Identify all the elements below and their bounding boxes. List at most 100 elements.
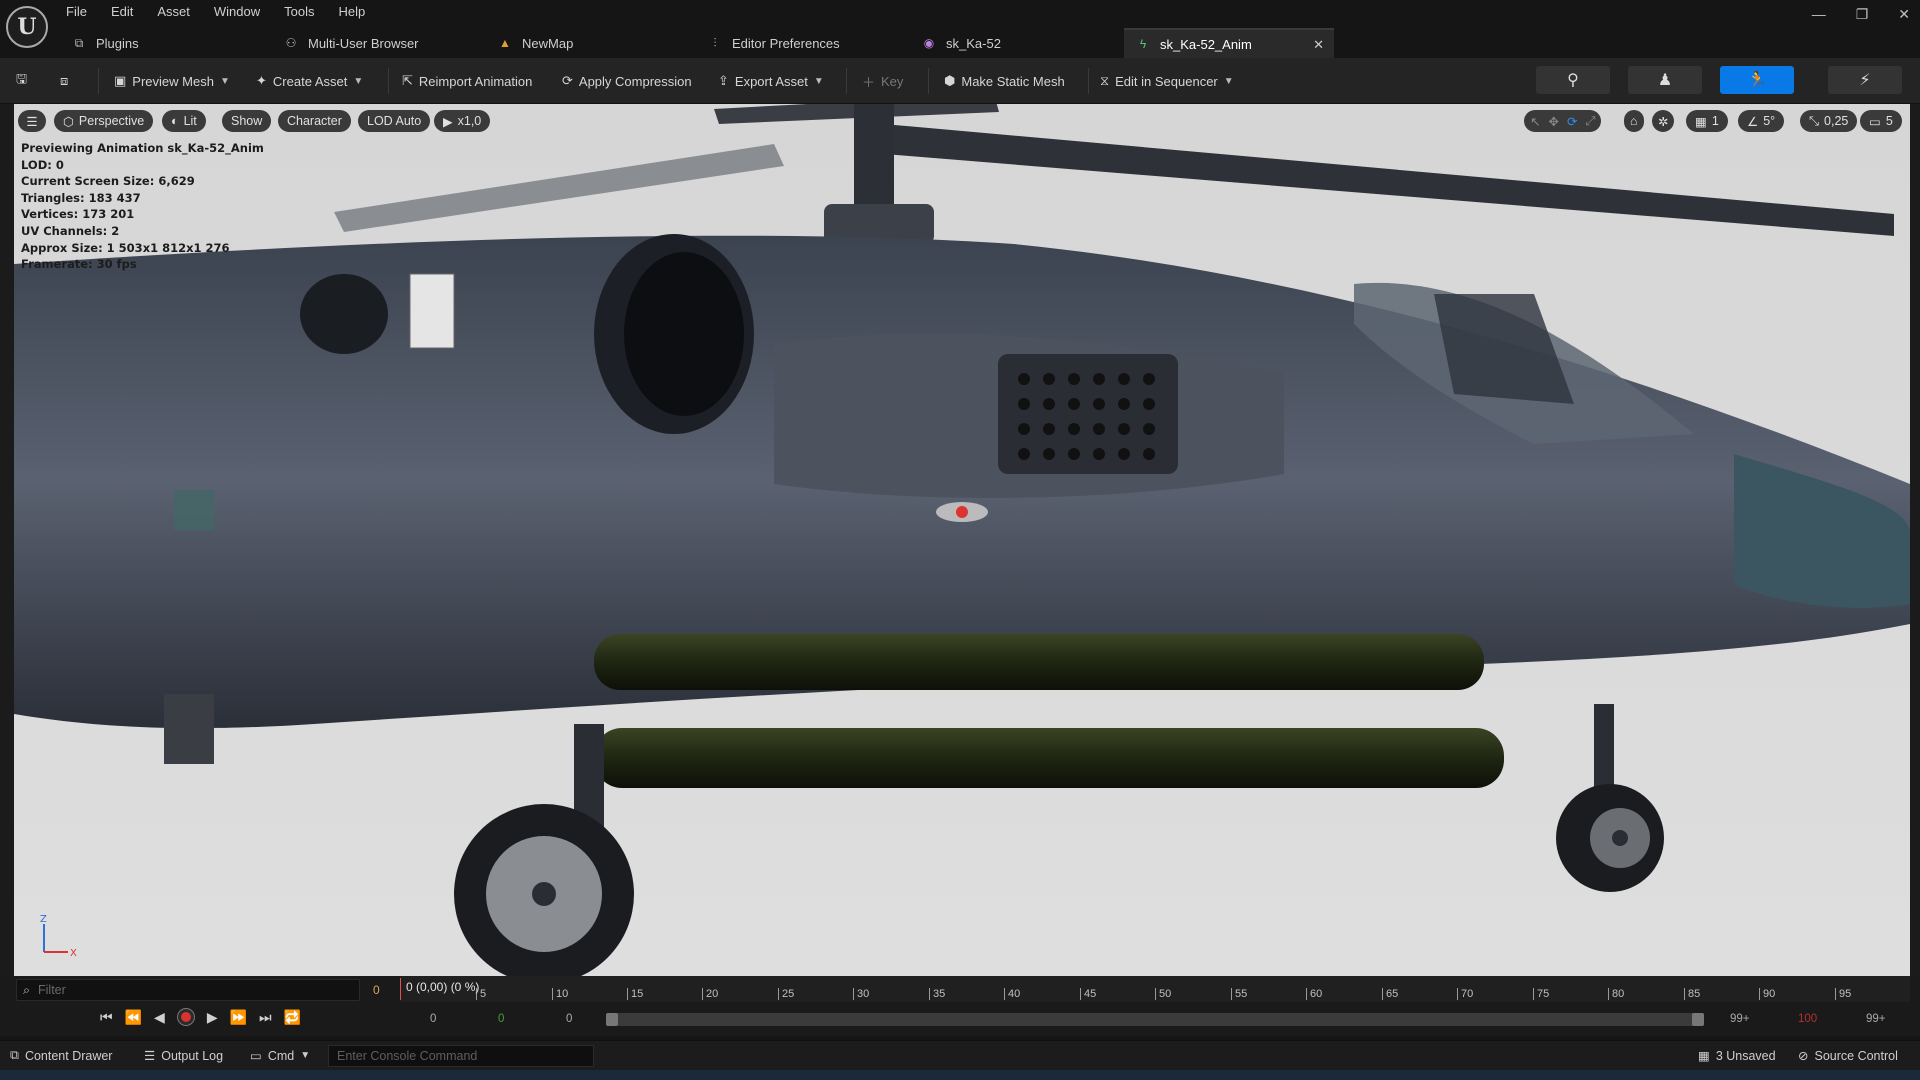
lit-button[interactable]: ◐ Lit [162, 110, 206, 132]
jump-to-start-icon[interactable]: ⏮ [100, 1009, 113, 1026]
stat-line: Triangles: 183 437 [21, 190, 141, 205]
menu-window[interactable]: Window [214, 4, 260, 19]
toolbar-separator [928, 68, 929, 94]
terminal-icon: ▭ [250, 1049, 262, 1063]
timeline-scrollbar[interactable] [606, 1013, 1704, 1026]
map-icon: ▲ [499, 36, 511, 50]
output-log-button[interactable]: ☰ Output Log [144, 1048, 223, 1064]
animation-viewport[interactable]: ☰ ⬡ Perspective ◐ Lit Show Character LOD… [14, 104, 1910, 976]
tick-label: 85 [1688, 988, 1701, 1000]
tab-sk-ka-52[interactable]: ◉ sk_Ka-52 [910, 28, 1120, 58]
local-space-button[interactable]: ⌂ [1624, 110, 1644, 132]
content-drawer-button[interactable]: ⧉ Content Drawer [10, 1048, 112, 1063]
skeleton-icon: ◉ [923, 36, 935, 50]
cmd-dropdown[interactable]: ▭ Cmd ▼ [250, 1048, 311, 1064]
edit-in-sequencer-button[interactable]: ⧖ Edit in Sequencer ▼ [1100, 69, 1234, 93]
playhead-marker[interactable] [400, 978, 401, 1000]
source-control-button[interactable]: ⊘ Source Control [1798, 1048, 1898, 1064]
stat-line: Previewing Animation sk_Ka-52_Anim [21, 141, 264, 155]
menu-asset[interactable]: Asset [157, 4, 190, 19]
select-icon[interactable]: ↖ [1530, 114, 1540, 129]
skeleton-mode-button[interactable]: ⚲ [1536, 66, 1610, 94]
reimport-animation-button[interactable]: ⇱ Reimport Animation [402, 69, 532, 93]
key-button[interactable]: ＋ Key [862, 69, 903, 93]
window-controls: — ❐ ✕ [1812, 6, 1910, 23]
unsaved-button[interactable]: ▦ 3 Unsaved [1698, 1048, 1776, 1064]
range-start[interactable]: 0 [430, 1013, 436, 1025]
animation-icon: ϟ [1139, 37, 1147, 51]
animation-mode-button[interactable]: 🏃 [1720, 66, 1794, 94]
scale-icon[interactable]: ⤢ [1585, 114, 1595, 129]
step-forward-icon[interactable]: ⏩ [230, 1009, 247, 1026]
unreal-logo-icon[interactable]: U [6, 6, 48, 48]
menu-help[interactable]: Help [338, 4, 365, 19]
show-button[interactable]: Show [222, 110, 272, 132]
range-start-green[interactable]: 0 [498, 1013, 504, 1025]
tick-label: 55 [1235, 988, 1248, 1000]
static-mesh-icon: ⬢ [944, 73, 956, 88]
jump-to-end-icon[interactable]: ⏭ [259, 1009, 272, 1026]
scrollbar-start-handle[interactable] [606, 1013, 618, 1026]
minimize-icon[interactable]: — [1812, 6, 1826, 23]
apply-compression-button[interactable]: ⟳ Apply Compression [562, 69, 692, 93]
transform-tools: ↖ ✥ ⟳ ⤢ [1524, 110, 1602, 132]
playhead-readout: 0 (0,00) (0 %) [406, 980, 480, 994]
make-static-mesh-button[interactable]: ⬢ Make Static Mesh [944, 69, 1065, 93]
browse-asset-icon[interactable]: ⧈ [60, 69, 68, 93]
loop-icon[interactable]: 🔁 [284, 1009, 301, 1026]
create-asset-button[interactable]: ✦ Create Asset ▼ [256, 69, 363, 93]
stat-line: Framerate: 30 fps [21, 257, 137, 272]
tick-label: 75 [1537, 988, 1550, 1000]
perspective-button[interactable]: ⬡ Perspective [54, 110, 154, 132]
play-forward-icon[interactable]: ▶ [207, 1009, 218, 1026]
tab-multi-user-browser[interactable]: ⚇ Multi-User Browser [272, 28, 482, 58]
viewport-menu-button[interactable]: ☰ [18, 110, 46, 132]
mesh-icon: ▣ [114, 73, 127, 88]
lod-button[interactable]: LOD Auto [358, 110, 431, 132]
range-out[interactable]: 99+ [1866, 1013, 1886, 1025]
range-in[interactable]: 0 [566, 1013, 572, 1025]
tick-label: 35 [933, 988, 946, 1000]
axis-x-label: X [70, 948, 77, 959]
menu-edit[interactable]: Edit [111, 4, 133, 19]
menu-tools[interactable]: Tools [284, 4, 314, 19]
preview-mesh-button[interactable]: ▣ Preview Mesh ▼ [114, 69, 230, 93]
tick-label: 65 [1386, 988, 1399, 1000]
restore-icon[interactable]: ❐ [1856, 6, 1869, 23]
scale-snap-button[interactable]: ⤡ 0,25 [1800, 110, 1858, 132]
console-command-input[interactable]: Enter Console Command [328, 1045, 594, 1067]
chevron-down-icon: ▼ [300, 1050, 311, 1061]
tab-sk-ka-52-anim[interactable]: ϟ sk_Ka-52_Anim ✕ [1124, 28, 1334, 58]
tab-editor-preferences[interactable]: ⫶ Editor Preferences [696, 28, 906, 58]
rotate-icon[interactable]: ⟳ [1567, 114, 1577, 129]
physics-mode-button[interactable]: ⚡ [1828, 66, 1902, 94]
record-button[interactable] [176, 1008, 195, 1026]
mesh-mode-button[interactable]: ♟ [1628, 66, 1702, 94]
export-asset-button[interactable]: ⇪ Export Asset ▼ [718, 69, 824, 93]
range-end[interactable]: 99+ [1730, 1013, 1750, 1025]
playback-speed-button[interactable]: ▶ x1,0 [434, 110, 491, 132]
character-button[interactable]: Character [278, 110, 351, 132]
menu-file[interactable]: File [66, 4, 87, 19]
time-ruler[interactable]: 5 10 15 20 25 30 35 40 45 50 55 60 65 70… [400, 976, 1910, 1002]
move-icon[interactable]: ✥ [1548, 114, 1558, 129]
tab-newmap[interactable]: ▲ NewMap [486, 28, 696, 58]
main-menu: File Edit Asset Window Tools Help [66, 4, 365, 19]
scrollbar-end-handle[interactable] [1692, 1013, 1704, 1026]
log-icon: ☰ [144, 1049, 156, 1063]
grid-icon: ▦ [1695, 114, 1707, 129]
range-end-red[interactable]: 100 [1798, 1013, 1817, 1025]
play-reverse-icon[interactable]: ◀ [154, 1009, 165, 1026]
camera-speed-button[interactable]: ▭ 5 [1860, 110, 1902, 132]
tab-plugins[interactable]: ⧉ Plugins [60, 28, 270, 58]
close-window-icon[interactable]: ✕ [1898, 6, 1910, 23]
grid-snap-button[interactable]: ▦ 1 [1686, 110, 1728, 132]
rotation-snap-button[interactable]: ∠ 5° [1738, 110, 1785, 132]
step-back-icon[interactable]: ⏪ [125, 1009, 142, 1026]
tick-label: 15 [631, 988, 644, 1000]
save-icon[interactable]: 🖫 [16, 69, 27, 93]
filter-input[interactable]: ⌕ Filter [16, 979, 360, 1001]
tick-label: 40 [1008, 988, 1021, 1000]
stat-line: Current Screen Size: 6,629 [21, 174, 195, 189]
close-tab-icon[interactable]: ✕ [1313, 37, 1324, 53]
